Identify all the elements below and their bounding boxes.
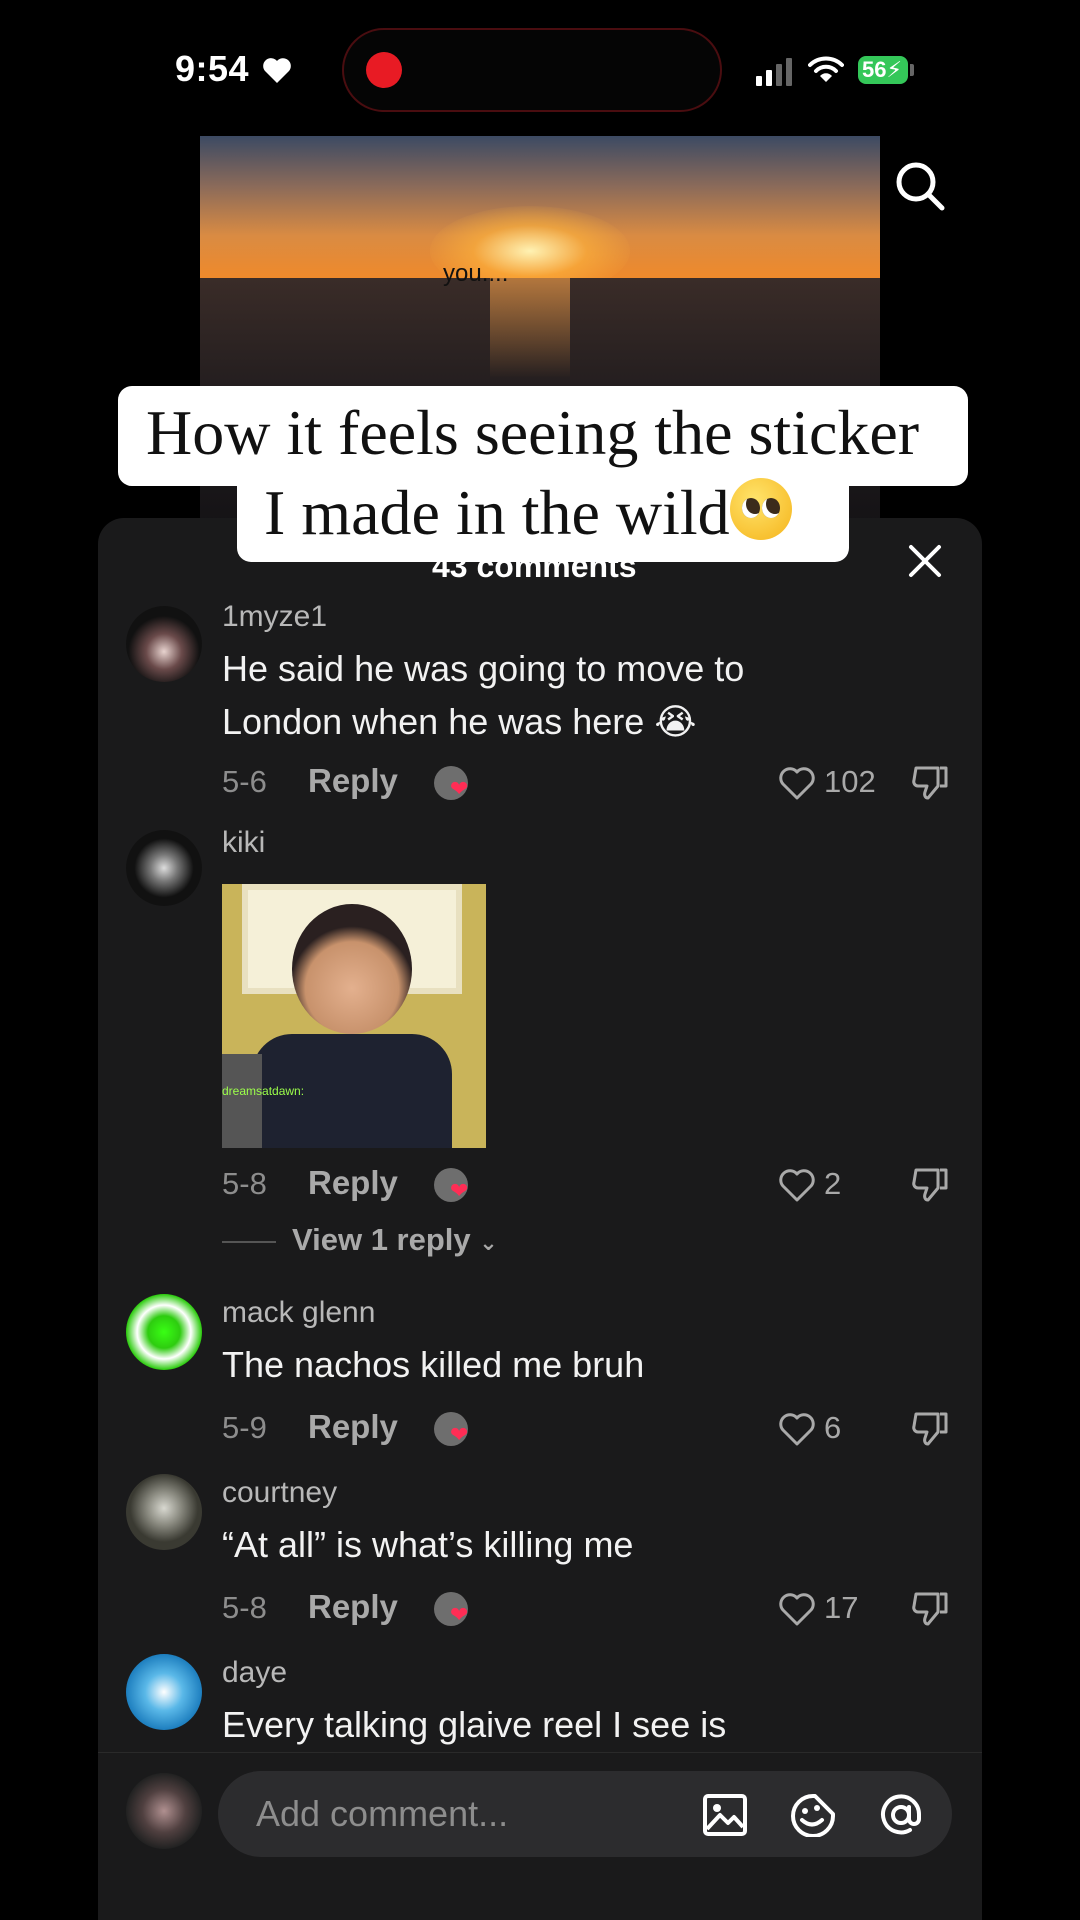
battery-icon: 56⚡ xyxy=(858,56,908,84)
heart-icon xyxy=(263,58,291,83)
comment-text: Every talking glaive reel I see is xyxy=(222,1704,727,1745)
wifi-icon xyxy=(808,56,844,82)
avatar[interactable] xyxy=(126,1474,202,1550)
sticker-person-head xyxy=(292,904,412,1034)
close-icon[interactable] xyxy=(908,544,942,578)
avatar[interactable] xyxy=(126,606,202,682)
dislike-icon[interactable] xyxy=(910,1410,950,1448)
creator-liked-badge xyxy=(434,1592,468,1628)
comment-username[interactable]: courtney xyxy=(222,1476,337,1510)
battery-cap xyxy=(910,64,914,76)
reply-button[interactable]: Reply xyxy=(308,1408,398,1446)
comment-username[interactable]: 1myze1 xyxy=(222,600,327,634)
status-time: 9:54 xyxy=(175,48,250,89)
avatar[interactable] xyxy=(126,830,202,906)
sticker-caption: dreamsatdawn: xyxy=(222,1084,305,1098)
pleading-face-icon xyxy=(729,478,792,540)
creator-liked-badge xyxy=(434,766,468,802)
comments-sheet: 43 comments 1myze1 He said he was going … xyxy=(98,518,982,1920)
dislike-icon[interactable] xyxy=(910,1166,950,1204)
like-icon[interactable] xyxy=(778,1592,816,1626)
like-count: 102 xyxy=(824,764,876,799)
sticker-icon[interactable] xyxy=(790,1793,836,1837)
comment-date: 5-9 xyxy=(222,1410,267,1445)
chevron-down-icon: ⌄ xyxy=(479,1230,498,1255)
overlay-title-text: I made in the wild xyxy=(264,477,730,548)
comment-text: “At all” is what’s killing me xyxy=(222,1524,634,1565)
like-count: 6 xyxy=(824,1410,842,1445)
comment-date: 5-8 xyxy=(222,1590,267,1625)
divider xyxy=(222,1241,276,1243)
creator-liked-badge xyxy=(434,1168,468,1204)
overlay-title-line: How it feels seeing the sticker xyxy=(146,397,920,468)
battery-level: 56 xyxy=(862,57,887,82)
avatar[interactable] xyxy=(126,1654,202,1730)
sun-reflection xyxy=(490,278,570,378)
reply-button[interactable]: Reply xyxy=(308,1588,398,1626)
dislike-icon[interactable] xyxy=(910,764,950,802)
like-count: 17 xyxy=(824,1590,859,1625)
image-icon[interactable] xyxy=(702,1793,748,1837)
search-icon[interactable] xyxy=(894,160,946,212)
recording-indicator-icon xyxy=(366,52,402,88)
avatar xyxy=(126,1773,202,1849)
like-icon[interactable] xyxy=(778,1412,816,1446)
comment-username[interactable]: kiki xyxy=(222,826,265,860)
like-count: 2 xyxy=(824,1166,842,1201)
like-icon[interactable] xyxy=(778,1168,816,1202)
avatar[interactable] xyxy=(126,1294,202,1370)
comment-username[interactable]: daye xyxy=(222,1656,287,1690)
view-replies-button[interactable]: View 1 reply ⌄ xyxy=(292,1222,498,1258)
comment-date: 5-6 xyxy=(222,764,267,799)
reply-button[interactable]: Reply xyxy=(308,762,398,800)
comment-input[interactable] xyxy=(218,1771,952,1857)
comment-date: 5-8 xyxy=(222,1166,267,1201)
comment-sticker-image[interactable]: dreamsatdawn: xyxy=(222,884,486,1148)
dislike-icon[interactable] xyxy=(910,1590,950,1628)
overlay-title-line: I made in the wild xyxy=(264,476,792,550)
dynamic-island xyxy=(342,28,722,112)
creator-liked-badge xyxy=(434,1412,468,1448)
video-caption: you.... xyxy=(443,260,509,287)
comment-text: The nachos killed me bruh xyxy=(222,1344,645,1385)
comment-username[interactable]: mack glenn xyxy=(222,1296,375,1330)
signal-icon xyxy=(756,58,792,86)
mention-icon[interactable] xyxy=(878,1793,924,1837)
like-icon[interactable] xyxy=(778,766,816,800)
sticker-desk xyxy=(222,1054,262,1148)
view-replies-label: View 1 reply xyxy=(292,1222,471,1257)
comment-input-bar xyxy=(98,1752,982,1920)
reply-button[interactable]: Reply xyxy=(308,1164,398,1202)
comment-text: He said he was going to move to London w… xyxy=(222,648,745,742)
